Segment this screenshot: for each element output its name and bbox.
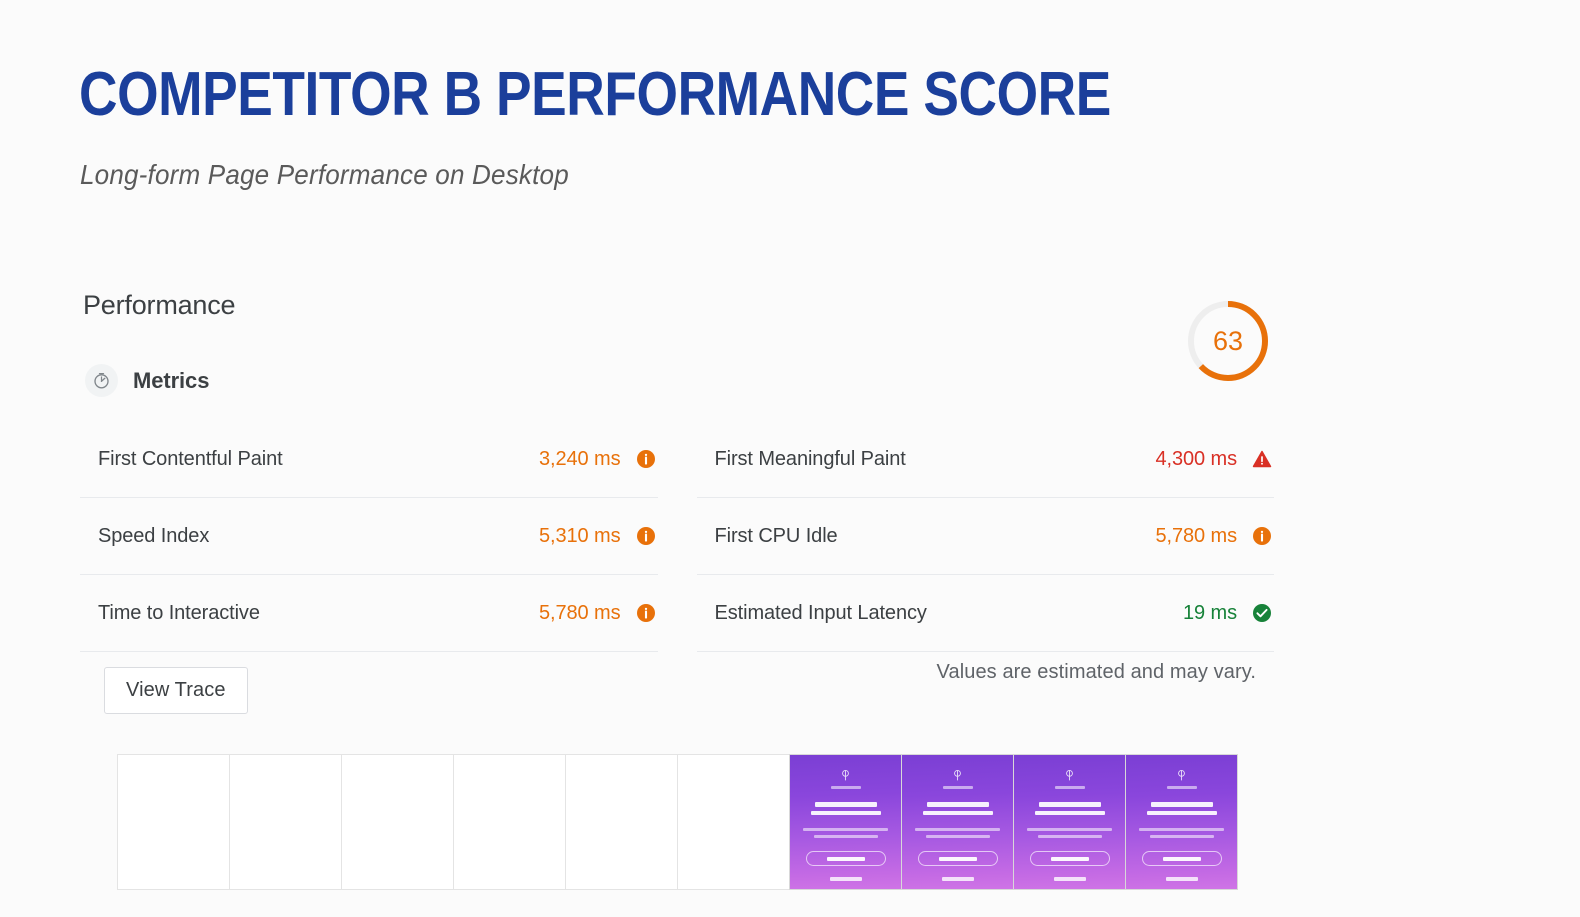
stopwatch-icon <box>85 364 118 397</box>
thumbnail-page-preview <box>1126 755 1237 889</box>
lighthouse-performance-card: Performance 63 Metrics First Contentful … <box>80 290 1274 890</box>
headline-line-2 <box>922 810 993 816</box>
thumbnail-page-preview <box>790 755 901 889</box>
cta-button <box>805 851 886 867</box>
brand-logo-icon <box>839 769 852 782</box>
performance-category-title: Performance <box>83 290 236 320</box>
body-line-2 <box>813 835 878 838</box>
info-circle-icon <box>635 602 657 624</box>
metric-value: 19 ms <box>1183 601 1237 624</box>
metric-label: Speed Index <box>98 524 210 547</box>
brand-logo-icon <box>951 769 964 782</box>
info-circle-icon <box>635 525 657 547</box>
filmstrip-frame-blank <box>117 754 230 890</box>
metric-label: Estimated Input Latency <box>714 601 927 624</box>
metric-row[interactable]: Speed Index 5,310 ms <box>80 498 658 575</box>
filmstrip-frame-loaded <box>901 754 1014 890</box>
info-circle-icon <box>635 448 657 470</box>
metric-row[interactable]: Time to Interactive 5,780 ms <box>80 575 658 652</box>
body-line-1 <box>915 828 1000 832</box>
metric-label: First Contentful Paint <box>98 447 283 470</box>
warning-triangle-icon <box>1251 448 1273 470</box>
headline-line-2 <box>810 810 881 816</box>
secondary-link <box>1053 877 1086 882</box>
brand-wordmark <box>1054 786 1085 789</box>
headline-line-1 <box>1038 801 1101 807</box>
cta-button <box>1029 851 1110 867</box>
secondary-link <box>829 877 862 882</box>
headline-line-1 <box>926 801 989 807</box>
body-line-2 <box>925 835 990 838</box>
performance-score-gauge: 63 <box>1184 297 1272 385</box>
filmstrip-frame-loaded <box>1125 754 1238 890</box>
cta-button <box>917 851 998 867</box>
filmstrip-frame-blank <box>565 754 678 890</box>
metric-value: 5,780 ms <box>539 601 621 624</box>
view-trace-button[interactable]: View Trace <box>104 667 248 714</box>
metric-row[interactable]: First Meaningful Paint 4,300 ms <box>696 421 1274 498</box>
estimated-values-note: Values are estimated and may vary. <box>936 661 1256 683</box>
headline-line-1 <box>814 801 877 807</box>
secondary-link <box>941 877 974 882</box>
brand-wordmark <box>1166 786 1197 789</box>
body-line-2 <box>1037 835 1102 838</box>
metric-label: Time to Interactive <box>98 601 260 624</box>
filmstrip-frame-blank <box>341 754 454 890</box>
body-line-1 <box>803 828 888 832</box>
metric-label: First CPU Idle <box>714 524 838 547</box>
metric-value: 5,780 ms <box>1155 524 1238 547</box>
metric-row[interactable]: First CPU Idle 5,780 ms <box>696 498 1274 575</box>
check-circle-icon <box>1251 602 1273 624</box>
metric-value: 3,240 ms <box>539 447 621 470</box>
filmstrip-frame-blank <box>677 754 790 890</box>
headline-line-2 <box>1034 810 1105 816</box>
brand-logo-icon <box>1063 769 1076 782</box>
metrics-section-header: Metrics <box>85 364 209 397</box>
page-subtitle: Long-form Page Performance on Desktop <box>80 159 569 190</box>
metric-row[interactable]: Estimated Input Latency 19 ms <box>696 575 1274 652</box>
page-title: COMPETITOR B PERFORMANCE SCORE <box>79 60 1111 129</box>
filmstrip-frame-blank <box>229 754 342 890</box>
screenshot-root: COMPETITOR B PERFORMANCE SCORE Long-form… <box>0 0 1580 917</box>
metric-value: 5,310 ms <box>539 524 621 547</box>
body-line-2 <box>1149 835 1214 838</box>
screenshot-filmstrip <box>117 754 1238 890</box>
brand-wordmark <box>942 786 973 789</box>
metrics-grid: First Contentful Paint 3,240 ms Speed Inde… <box>80 421 1274 652</box>
secondary-link <box>1165 877 1198 882</box>
brand-wordmark <box>830 786 861 789</box>
thumbnail-page-preview <box>1014 755 1125 889</box>
metric-value: 4,300 ms <box>1155 447 1238 470</box>
metrics-column-left: First Contentful Paint 3,240 ms Speed Inde… <box>80 421 658 652</box>
metrics-section-label: Metrics <box>133 367 210 393</box>
cta-button <box>1141 851 1222 867</box>
thumbnail-page-preview <box>902 755 1013 889</box>
filmstrip-frame-blank <box>453 754 566 890</box>
metric-row[interactable]: First Contentful Paint 3,240 ms <box>80 421 658 498</box>
metrics-column-right: First Meaningful Paint 4,300 ms First CPU … <box>696 421 1274 652</box>
headline-line-2 <box>1146 810 1217 816</box>
info-circle-icon <box>1251 525 1273 547</box>
metric-label: First Meaningful Paint <box>714 447 906 470</box>
filmstrip-frame-loaded <box>789 754 902 890</box>
performance-score-value: 63 <box>1212 325 1244 356</box>
body-line-1 <box>1139 828 1224 832</box>
filmstrip-frame-loaded <box>1013 754 1126 890</box>
headline-line-1 <box>1150 801 1213 807</box>
body-line-1 <box>1027 828 1112 832</box>
brand-logo-icon <box>1175 769 1188 782</box>
